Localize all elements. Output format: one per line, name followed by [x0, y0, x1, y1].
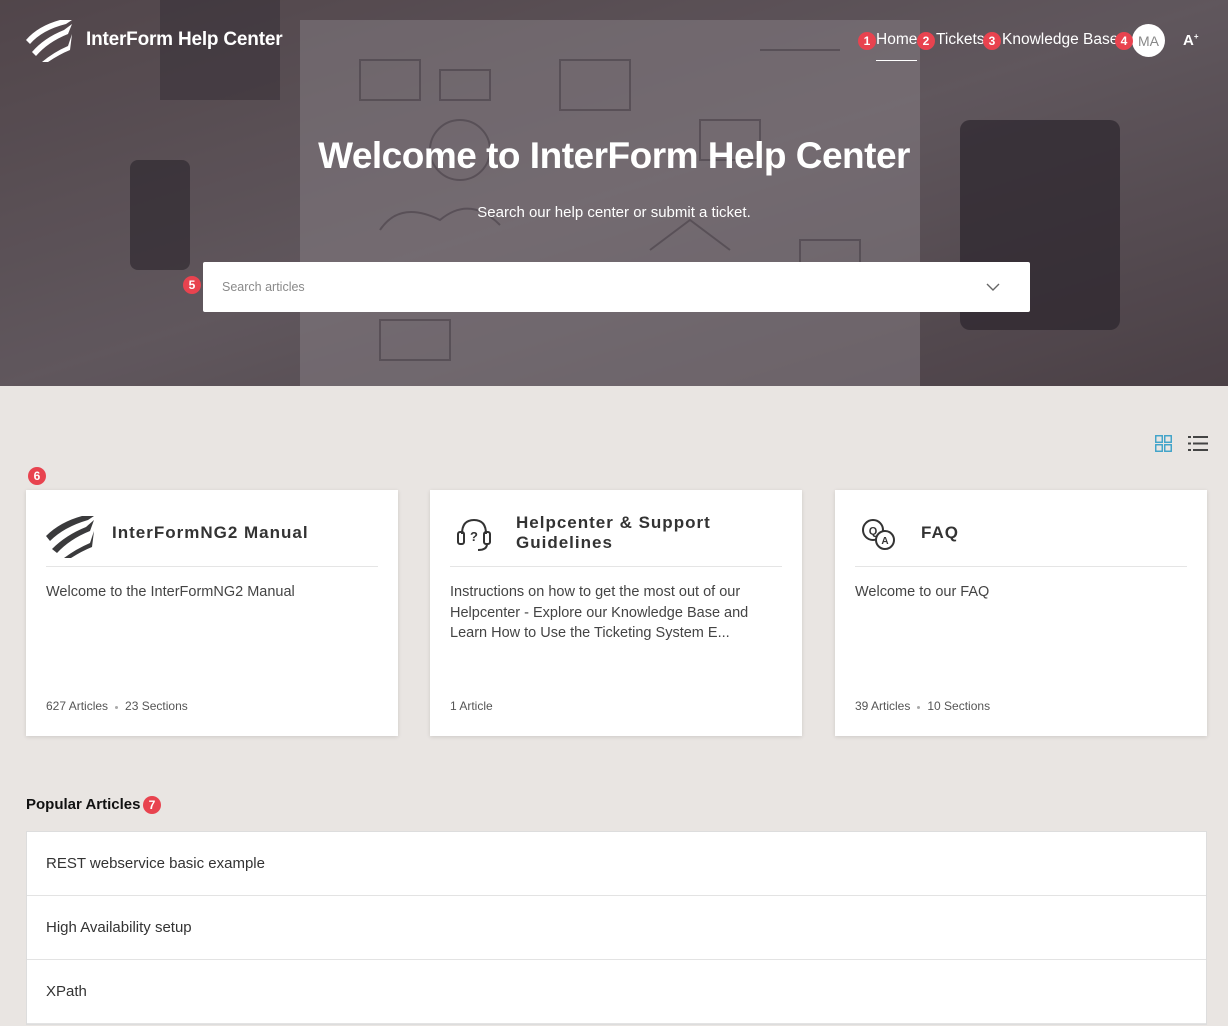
search-box — [203, 262, 1030, 312]
divider — [450, 566, 782, 567]
popular-articles-list: REST webservice basic example High Avail… — [26, 831, 1207, 1025]
chevron-down-icon[interactable] — [986, 280, 1000, 294]
faq-bubbles-icon: Q A — [862, 519, 895, 550]
annotation-badge: 7 — [143, 796, 161, 814]
annotation-badge: 4 — [1115, 32, 1133, 50]
top-navigation: InterForm Help Center 1 Home 2 Tickets 3… — [0, 0, 1228, 80]
article-count: 39 Articles — [855, 699, 911, 713]
card-description: Welcome to our FAQ — [855, 584, 990, 600]
popular-articles-heading: Popular Articles — [26, 796, 141, 813]
annotation-badge: 2 — [917, 32, 935, 50]
card-description: Instructions on how to get the most out … — [450, 584, 749, 641]
annotation-badge: 5 — [183, 276, 201, 294]
annotation-badge: 1 — [858, 32, 876, 50]
card-meta: 1 Article — [450, 699, 493, 713]
nav-home[interactable]: Home — [876, 31, 918, 61]
card-title: Helpcenter & Support Guidelines — [516, 513, 711, 552]
support-headset-icon: ? — [457, 518, 491, 551]
category-card-interformng2-manual[interactable]: InterFormNG2 Manual Welcome to the Inter… — [26, 490, 398, 736]
font-size-toggle[interactable]: A+ — [1183, 32, 1199, 49]
card-title: InterFormNG2 Manual — [112, 523, 309, 542]
separator-dot — [115, 705, 119, 709]
page-title: Welcome to InterForm Help Center — [318, 135, 910, 176]
article-link[interactable]: High Availability setup — [27, 896, 1206, 960]
list-view-icon[interactable] — [1188, 435, 1208, 452]
section-count: 23 Sections — [125, 699, 188, 713]
divider — [855, 566, 1187, 567]
article-count: 627 Articles — [46, 699, 109, 713]
card-title: FAQ — [921, 523, 959, 542]
svg-text:?: ? — [470, 529, 478, 544]
category-card-faq[interactable]: Q A FAQ Welcome to our FAQ 39 Articles 1… — [835, 490, 1207, 736]
font-size-label: A — [1183, 32, 1194, 49]
nav-knowledge-base[interactable]: Knowledge Base — [1002, 31, 1118, 49]
category-card-helpcenter-support[interactable]: ? Helpcenter & Support Guidelines Instru… — [430, 490, 802, 736]
annotation-badge: 6 — [28, 467, 46, 485]
user-avatar[interactable]: MA — [1132, 24, 1165, 57]
brand-title[interactable]: InterForm Help Center — [86, 29, 283, 51]
hero-subtitle: Search our help center or submit a ticke… — [477, 204, 751, 221]
separator-dot — [917, 705, 921, 709]
plus-icon: + — [1193, 32, 1199, 41]
annotation-badge: 3 — [983, 32, 1001, 50]
article-link[interactable]: REST webservice basic example — [27, 832, 1206, 896]
article-link[interactable]: XPath — [27, 960, 1206, 1024]
svg-text:A: A — [881, 536, 888, 547]
search-input[interactable] — [203, 262, 963, 312]
grid-view-icon[interactable] — [1155, 435, 1172, 452]
nav-tickets[interactable]: Tickets — [936, 31, 985, 49]
section-count: 10 Sections — [927, 699, 991, 713]
card-description: Welcome to the InterFormNG2 Manual — [46, 584, 295, 600]
interform-logo-icon[interactable] — [26, 20, 72, 62]
divider — [46, 566, 378, 567]
card-meta: 627 Articles 23 Sections — [46, 699, 188, 713]
interform-logo-icon — [46, 516, 94, 558]
card-meta: 39 Articles 10 Sections — [855, 699, 990, 713]
article-count: 1 Article — [450, 699, 493, 713]
